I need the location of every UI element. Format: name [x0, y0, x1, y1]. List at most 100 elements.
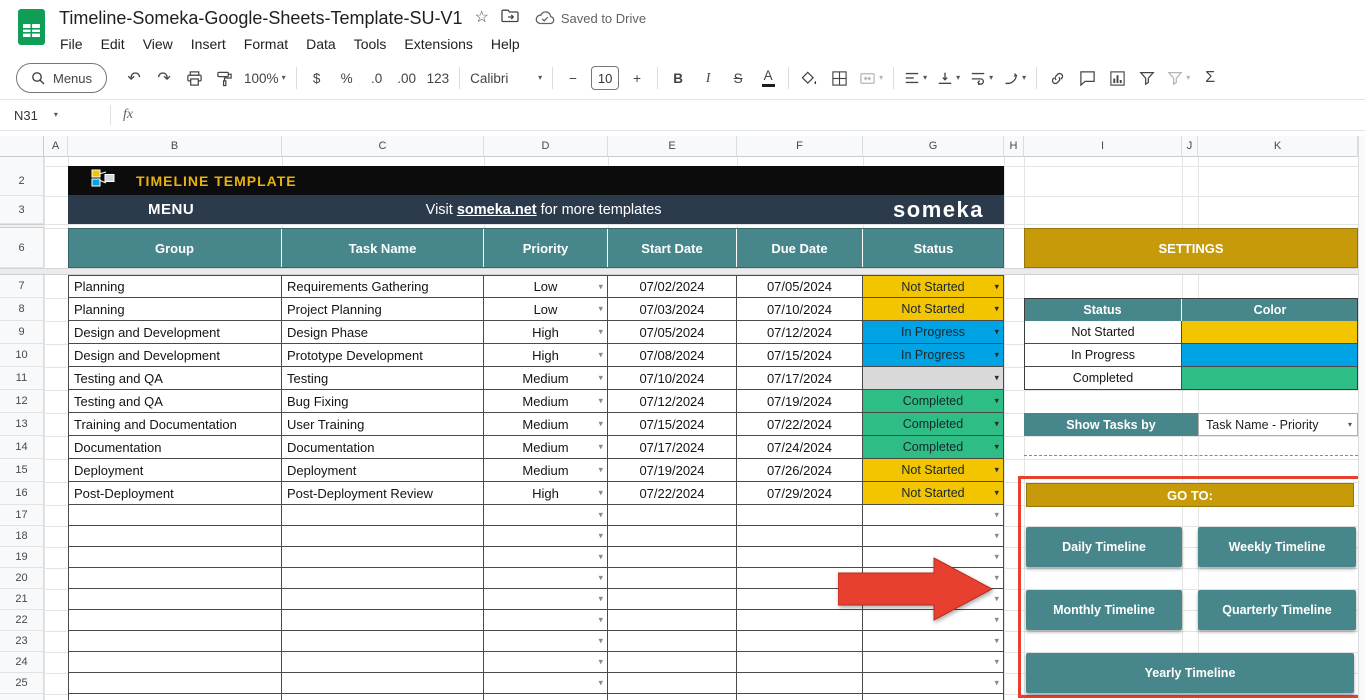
- cell-D21[interactable]: ▾: [484, 589, 608, 610]
- cell-D26[interactable]: ▾: [484, 694, 608, 700]
- cell-G26[interactable]: ▾: [863, 694, 1004, 700]
- row-header-24[interactable]: 24: [0, 652, 43, 673]
- status-color-swatch-completed[interactable]: [1182, 367, 1358, 390]
- cell-D8[interactable]: Low▾: [484, 298, 608, 321]
- cell-F12[interactable]: 07/19/2024: [737, 390, 863, 413]
- cell-C26[interactable]: [282, 694, 484, 700]
- corner-box[interactable]: [0, 136, 44, 157]
- row-header-21[interactable]: 21: [0, 589, 43, 610]
- cell-E16[interactable]: 07/22/2024: [608, 482, 737, 505]
- monthly-timeline-button[interactable]: Monthly Timeline: [1026, 590, 1182, 630]
- row-header-15[interactable]: 15: [0, 459, 43, 482]
- priority-dropdown-caret[interactable]: ▾: [598, 489, 603, 498]
- cell-D20[interactable]: ▾: [484, 568, 608, 589]
- col-header-G[interactable]: G: [863, 136, 1004, 157]
- cell-D7[interactable]: Low▾: [484, 275, 608, 298]
- status-dropdown-caret[interactable]: ▾: [994, 511, 999, 520]
- cell-D17[interactable]: ▾: [484, 505, 608, 526]
- row-header-25[interactable]: 25: [0, 673, 43, 694]
- weekly-timeline-button[interactable]: Weekly Timeline: [1198, 527, 1356, 567]
- cell-C8[interactable]: Project Planning: [282, 298, 484, 321]
- status-dropdown-caret[interactable]: ▾: [994, 397, 999, 406]
- cell-F17[interactable]: [737, 505, 863, 526]
- cell-F18[interactable]: [737, 526, 863, 547]
- priority-dropdown-caret[interactable]: ▾: [598, 637, 603, 646]
- cell-C14[interactable]: Documentation: [282, 436, 484, 459]
- priority-dropdown-caret[interactable]: ▾: [598, 328, 603, 337]
- row-header-16[interactable]: 16: [0, 482, 43, 505]
- cell-G12[interactable]: Completed▾: [863, 390, 1004, 413]
- cell-C18[interactable]: [282, 526, 484, 547]
- cell-E7[interactable]: 07/02/2024: [608, 275, 737, 298]
- col-header-I[interactable]: I: [1024, 136, 1182, 157]
- priority-dropdown-caret[interactable]: ▾: [598, 420, 603, 429]
- row-header-8[interactable]: 8: [0, 298, 43, 321]
- priority-dropdown-caret[interactable]: ▾: [598, 351, 603, 360]
- status-dropdown-caret[interactable]: ▾: [994, 328, 999, 337]
- cell-D12[interactable]: Medium▾: [484, 390, 608, 413]
- cell-C22[interactable]: [282, 610, 484, 631]
- cell-C20[interactable]: [282, 568, 484, 589]
- row-header-18[interactable]: 18: [0, 526, 43, 547]
- cell-F16[interactable]: 07/29/2024: [737, 482, 863, 505]
- priority-dropdown-caret[interactable]: ▾: [598, 466, 603, 475]
- status-label-not-started[interactable]: Not Started: [1024, 321, 1182, 344]
- status-dropdown-caret[interactable]: ▾: [994, 658, 999, 667]
- cell-B23[interactable]: [68, 631, 282, 652]
- cell-C7[interactable]: Requirements Gathering: [282, 275, 484, 298]
- col-header-K[interactable]: K: [1198, 136, 1358, 157]
- cell-G23[interactable]: ▾: [863, 631, 1004, 652]
- cell-E20[interactable]: [608, 568, 737, 589]
- cell-C21[interactable]: [282, 589, 484, 610]
- cell-F9[interactable]: 07/12/2024: [737, 321, 863, 344]
- cell-C9[interactable]: Design Phase: [282, 321, 484, 344]
- cell-C24[interactable]: [282, 652, 484, 673]
- col-header-F[interactable]: F: [737, 136, 863, 157]
- table-header-due-date[interactable]: Due Date: [737, 228, 863, 268]
- col-header-H[interactable]: H: [1004, 136, 1024, 157]
- priority-dropdown-caret[interactable]: ▾: [598, 305, 603, 314]
- row-header-17[interactable]: 17: [0, 505, 43, 526]
- col-header-A[interactable]: A: [44, 136, 68, 157]
- cell-B15[interactable]: Deployment: [68, 459, 282, 482]
- cell-G10[interactable]: In Progress▾: [863, 344, 1004, 367]
- status-label-in-progress[interactable]: In Progress: [1024, 344, 1182, 367]
- cell-B11[interactable]: Testing and QA: [68, 367, 282, 390]
- cell-G18[interactable]: ▾: [863, 526, 1004, 547]
- cell-E17[interactable]: [608, 505, 737, 526]
- status-dropdown-caret[interactable]: ▾: [994, 637, 999, 646]
- status-dropdown-caret[interactable]: ▾: [994, 374, 999, 383]
- cell-E9[interactable]: 07/05/2024: [608, 321, 737, 344]
- cell-D23[interactable]: ▾: [484, 631, 608, 652]
- status-dropdown-caret[interactable]: ▾: [994, 532, 999, 541]
- table-header-group[interactable]: Group: [68, 228, 282, 268]
- row-header-11[interactable]: 11: [0, 367, 43, 390]
- cell-E10[interactable]: 07/08/2024: [608, 344, 737, 367]
- cell-B24[interactable]: [68, 652, 282, 673]
- cell-G13[interactable]: Completed▾: [863, 413, 1004, 436]
- cell-F7[interactable]: 07/05/2024: [737, 275, 863, 298]
- cell-B18[interactable]: [68, 526, 282, 547]
- cell-E24[interactable]: [608, 652, 737, 673]
- row-header-13[interactable]: 13: [0, 413, 43, 436]
- col-header-E[interactable]: E: [608, 136, 737, 157]
- cell-D18[interactable]: ▾: [484, 526, 608, 547]
- cell-C10[interactable]: Prototype Development: [282, 344, 484, 367]
- cell-G25[interactable]: ▾: [863, 673, 1004, 694]
- col-header-C[interactable]: C: [282, 136, 484, 157]
- priority-dropdown-caret[interactable]: ▾: [598, 397, 603, 406]
- cell-B14[interactable]: Documentation: [68, 436, 282, 459]
- cell-C11[interactable]: Testing: [282, 367, 484, 390]
- status-dropdown-caret[interactable]: ▾: [994, 679, 999, 688]
- cell-G16[interactable]: Not Started▾: [863, 482, 1004, 505]
- priority-dropdown-caret[interactable]: ▾: [598, 532, 603, 541]
- cell-B19[interactable]: [68, 547, 282, 568]
- cell-E26[interactable]: [608, 694, 737, 700]
- cell-G7[interactable]: Not Started▾: [863, 275, 1004, 298]
- cell-D14[interactable]: Medium▾: [484, 436, 608, 459]
- daily-timeline-button[interactable]: Daily Timeline: [1026, 527, 1182, 567]
- cell-G24[interactable]: ▾: [863, 652, 1004, 673]
- row-header-partial[interactable]: [0, 694, 43, 700]
- table-header-task-name[interactable]: Task Name: [282, 228, 484, 268]
- cell-G8[interactable]: Not Started▾: [863, 298, 1004, 321]
